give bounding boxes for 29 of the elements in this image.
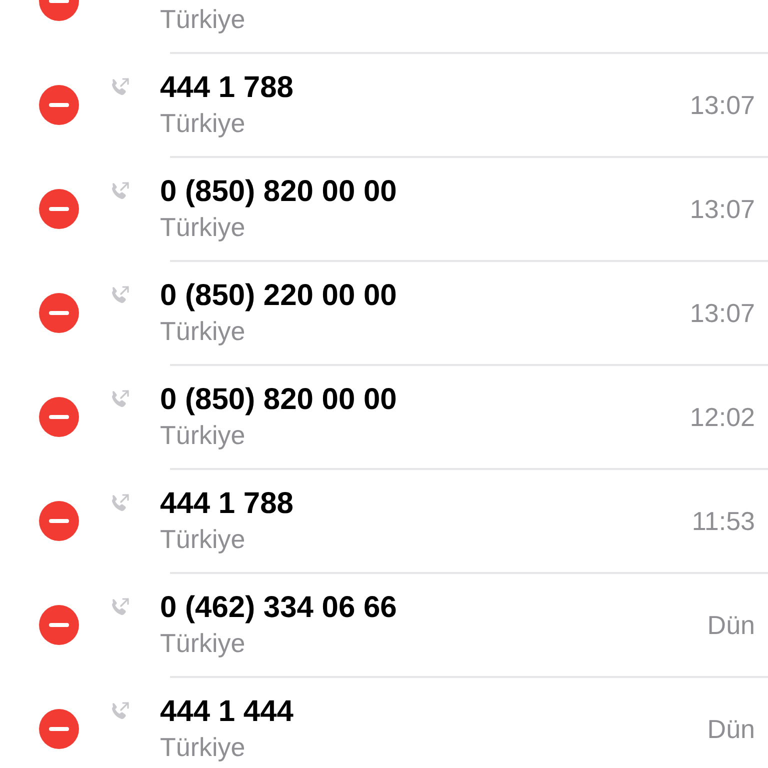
phone-number: 0 (462) 334 06 66 [160,590,398,626]
delete-button[interactable] [39,189,79,229]
delete-button[interactable] [39,605,79,645]
delete-button[interactable] [39,501,79,541]
delete-button[interactable] [39,397,79,437]
phone-number: 444 1 788 [160,70,294,106]
phone-number: 0 (850) 820 00 00 [160,382,398,418]
delete-button[interactable] [39,293,79,333]
country-label: Türkiye [160,315,246,348]
call-time: Dün [707,610,755,640]
phone-number: 444 1 444 [160,694,294,730]
country-label: Türkiye [160,731,246,764]
phone-number: 444 1 788 [160,486,294,522]
phone-number: 0 (850) 220 00 00 [160,278,398,314]
country-label: Türkiye [160,627,246,660]
delete-button[interactable] [39,709,79,749]
country-label: Türkiye [160,3,246,36]
delete-button[interactable] [39,85,79,125]
country-label: Türkiye [160,523,246,556]
call-time: 12:02 [690,402,755,432]
call-time: 11:53 [692,506,755,536]
call-time: Dün [707,714,755,744]
country-label: Türkiye [160,107,246,140]
country-label: Türkiye [160,211,246,244]
country-label: Türkiye [160,419,246,452]
call-time: 13:07 [690,90,755,120]
call-time: 13:07 [690,194,755,224]
phone-number: 0 (850) 820 00 00 [160,174,398,210]
call-time: 13:07 [690,298,755,328]
